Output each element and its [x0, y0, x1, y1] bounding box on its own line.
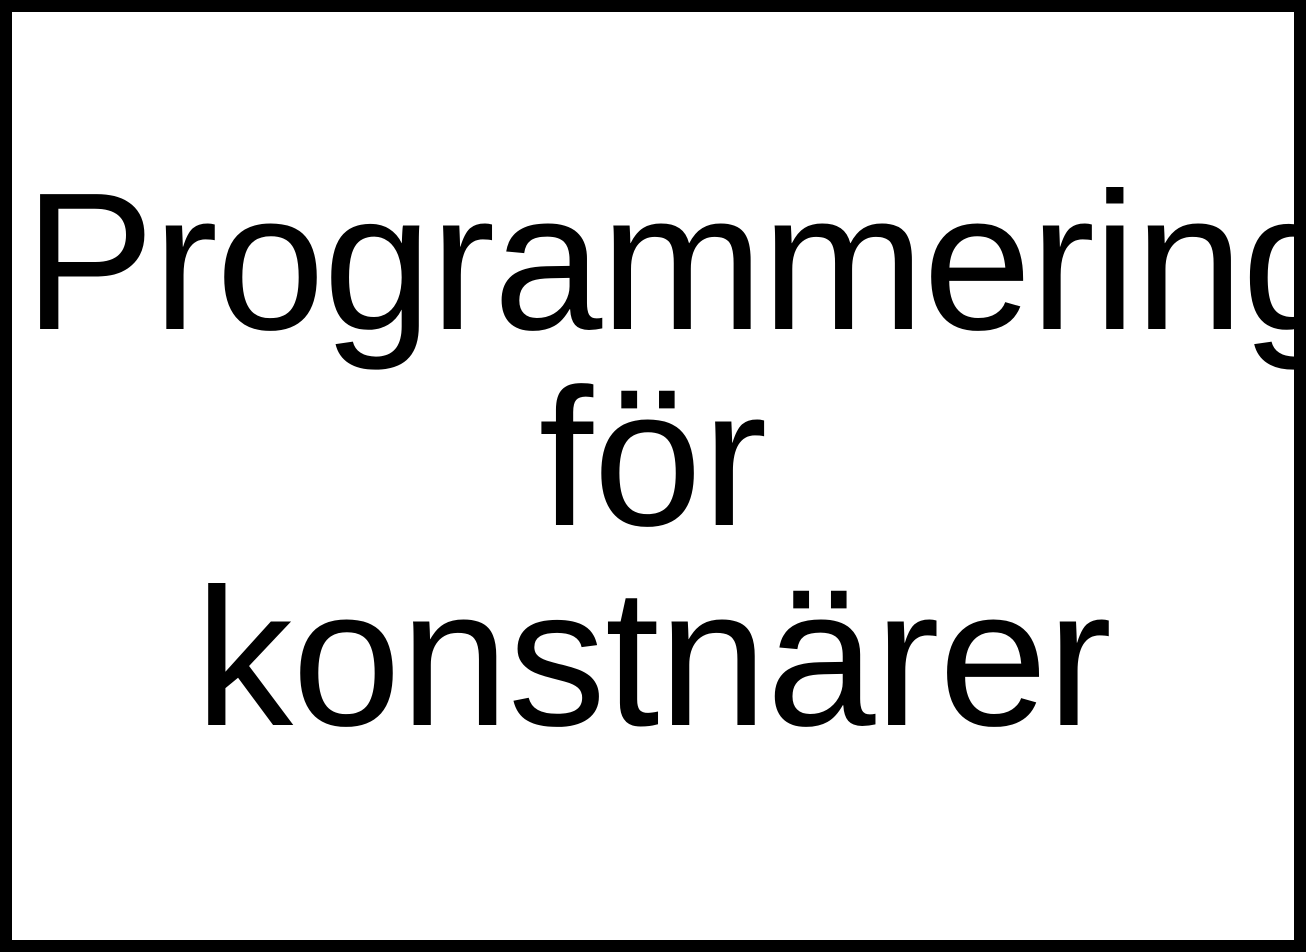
title-line-konstnarer: konstnärer — [194, 548, 1112, 767]
poster-frame: Programmering för konstnärer — [0, 0, 1306, 952]
title-line-programmering: Programmering — [24, 152, 1306, 371]
title-line-for: för — [538, 348, 768, 567]
